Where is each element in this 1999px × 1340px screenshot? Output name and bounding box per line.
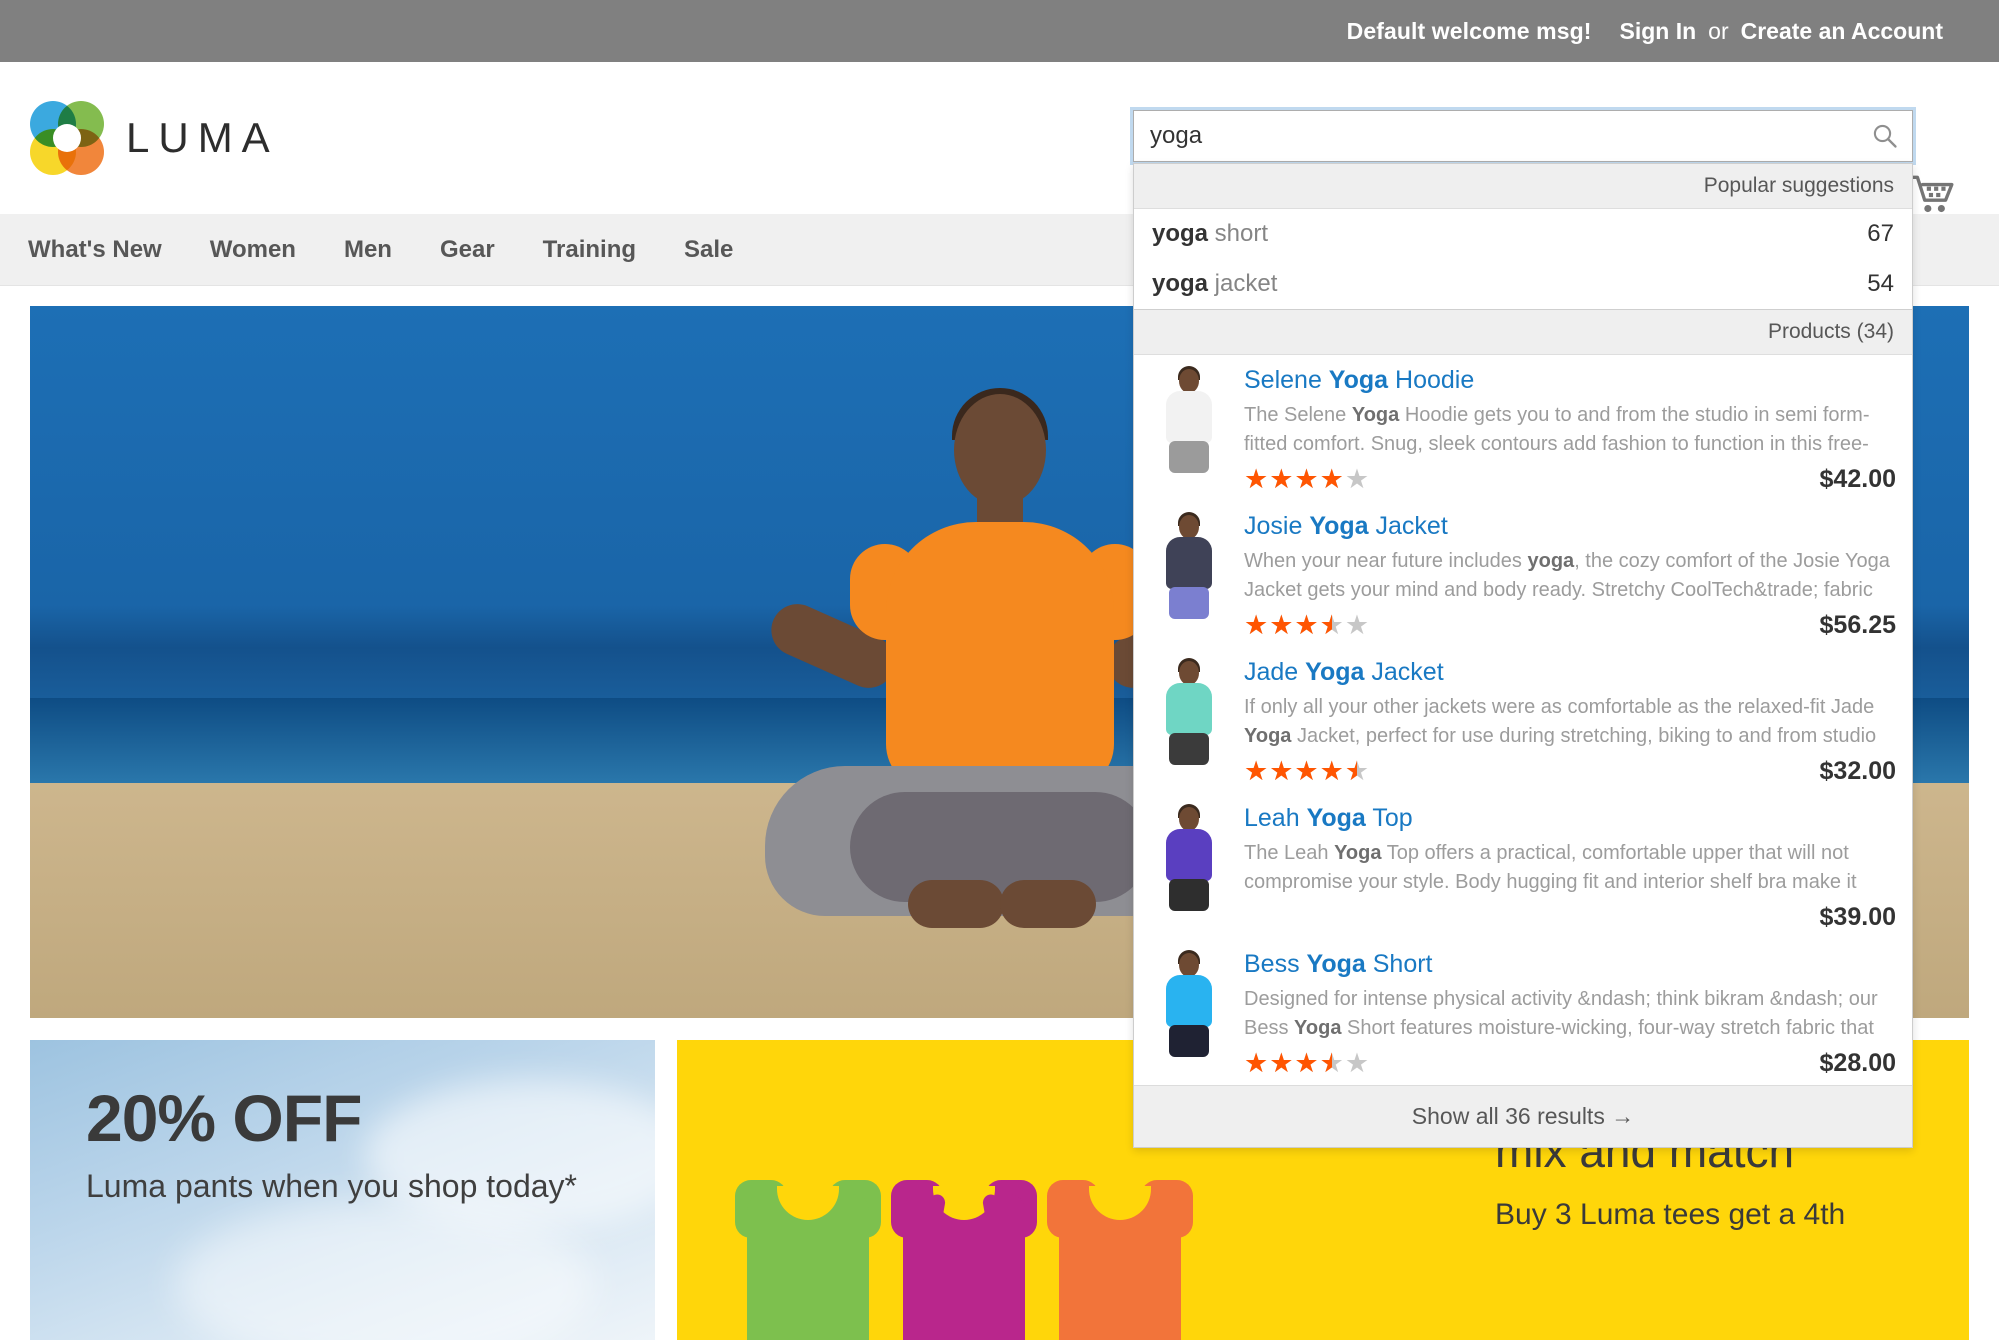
product-title[interactable]: Selene Yoga Hoodie [1244, 365, 1896, 396]
suggestion-term-rest: short [1208, 220, 1269, 247]
product-info: Selene Yoga Hoodie The Selene Yoga Hoodie… [1244, 365, 1896, 494]
product-description: The Selene Yoga Hoodie gets you to and f… [1244, 404, 1870, 455]
product-price: $39.00 [1819, 902, 1896, 931]
promo-discount[interactable]: 20% OFF Luma pants when you shop today* [30, 1040, 655, 1340]
product-title-match: Yoga [1306, 950, 1366, 979]
suggestion-item-yoga-short[interactable]: yoga short 67 [1134, 209, 1912, 259]
product-title[interactable]: Jade Yoga Jacket [1244, 657, 1896, 688]
product-meta: ★★★★★★★★★★ $32.00 [1244, 756, 1896, 786]
suggestion-term-bold: yoga [1152, 220, 1209, 247]
product-description-match: Yoga [1244, 724, 1292, 747]
product-meta: ★★★★★★★★★★ $28.00 [1244, 1048, 1896, 1078]
product-info: Jade Yoga Jacket If only all your other j… [1244, 657, 1896, 786]
product-suggestion-row[interactable]: Selene Yoga Hoodie The Selene Yoga Hoodie… [1134, 355, 1912, 501]
suggestion-term-bold: yoga [1152, 270, 1209, 297]
product-title[interactable]: Leah Yoga Top [1244, 803, 1896, 834]
promo-discount-headline: 20% OFF [86, 1081, 362, 1155]
product-price: $28.00 [1819, 1048, 1896, 1077]
model-head [953, 394, 1046, 506]
product-rating-stars: ★★★★★★★★★★ [1244, 609, 1371, 640]
top-panel: Default welcome msg! Sign In or Create a… [0, 0, 1999, 62]
product-meta: ★★★★★★★★★★ $42.00 [1244, 464, 1896, 494]
product-title-match: Yoga [1306, 804, 1366, 833]
search-field[interactable] [1133, 110, 1913, 162]
shopping-cart-icon[interactable] [1907, 170, 1957, 220]
logo-text: LUMA [126, 114, 279, 161]
suggestion-count: 54 [1867, 270, 1894, 297]
product-description-match: Yoga [1294, 1016, 1342, 1039]
autocomplete-product-list: Selene Yoga Hoodie The Selene Yoga Hoodie… [1134, 355, 1912, 1085]
product-thumbnail [1150, 365, 1228, 473]
product-suggestion-row[interactable]: Josie Yoga Jacket When your near future i… [1134, 501, 1912, 647]
product-description: The Leah Yoga Top offers a practical, co… [1244, 842, 1857, 893]
suggestion-term-rest: jacket [1208, 270, 1278, 297]
product-thumbnail [1150, 657, 1228, 766]
or-separator: or [1708, 17, 1729, 44]
product-price: $32.00 [1819, 756, 1896, 785]
promo-discount-sub: Luma pants when you shop today* [86, 1168, 577, 1205]
product-price: $56.25 [1819, 610, 1896, 639]
create-account-link[interactable]: Create an Account [1741, 18, 1943, 45]
product-rating-stars: ★★★★★★★★★★ [1244, 1047, 1371, 1078]
product-thumbnail [1150, 511, 1228, 620]
product-suggestion-row[interactable]: Bess Yoga Short Designed for intense phys… [1134, 939, 1912, 1085]
promo-mix-match-sub: Buy 3 Luma tees get a 4th [1495, 1198, 1846, 1232]
product-description: Designed for intense physical activity &… [1244, 988, 1878, 1039]
model-legs-shadow [849, 792, 1150, 902]
product-title-match: Yoga [1309, 512, 1369, 541]
model-torso [885, 522, 1114, 790]
nav-item-gear[interactable]: Gear [440, 236, 495, 264]
model-foot-left [907, 880, 1004, 928]
product-rating-stars: ★★★★★★★★★★ [1244, 463, 1371, 494]
nav-item-men[interactable]: Men [344, 236, 392, 264]
product-title[interactable]: Bess Yoga Short [1244, 949, 1896, 980]
nav-item-training[interactable]: Training [543, 236, 636, 264]
product-meta: ★★★★★★★★★★ $56.25 [1244, 610, 1896, 640]
product-description-match: yoga [1527, 550, 1575, 573]
search-icon[interactable] [1872, 123, 1898, 149]
tee-green [733, 1168, 883, 1340]
product-description-match: Yoga [1334, 842, 1382, 865]
products-header: Products (34) [1134, 309, 1912, 355]
suggestion-label: yoga short [1152, 220, 1268, 248]
product-meta: $39.00 [1244, 902, 1896, 932]
product-info: Bess Yoga Short Designed for intense phys… [1244, 949, 1896, 1078]
suggestion-item-yoga-jacket[interactable]: yoga jacket 54 [1134, 259, 1912, 309]
search-area [1133, 110, 1913, 162]
product-description-match: Yoga [1351, 404, 1400, 427]
product-thumbnail [1150, 949, 1228, 1058]
product-description: If only all your other jackets were as c… [1244, 696, 1877, 747]
search-autocomplete-dropdown: Popular suggestions yoga short 67 yoga j… [1133, 163, 1913, 1149]
product-description: When your near future includes yoga, the… [1244, 550, 1890, 601]
suggestion-label: yoga jacket [1152, 270, 1277, 298]
nav-item-women[interactable]: Women [210, 236, 296, 264]
popular-suggestions-header: Popular suggestions [1134, 163, 1912, 209]
luma-logo[interactable]: LUMA [30, 101, 279, 175]
sign-in-link[interactable]: Sign In [1620, 18, 1697, 45]
welcome-message: Default welcome msg! [1346, 17, 1592, 44]
nav-item-sale[interactable]: Sale [684, 236, 733, 264]
tee-orange [1045, 1168, 1195, 1340]
product-title[interactable]: Josie Yoga Jacket [1244, 511, 1896, 542]
product-title-match: Yoga [1328, 366, 1389, 394]
product-suggestion-row[interactable]: Jade Yoga Jacket If only all your other j… [1134, 647, 1912, 793]
suggestion-count: 67 [1867, 220, 1894, 247]
product-title-match: Yoga [1305, 658, 1365, 687]
nav-item-whats-new[interactable]: What's New [28, 236, 162, 264]
product-suggestion-row[interactable]: Leah Yoga Top The Leah Yoga Top offers a … [1134, 793, 1912, 939]
model-foot-right [999, 880, 1096, 928]
search-input[interactable] [1134, 111, 1912, 161]
product-price: $42.00 [1819, 464, 1896, 493]
tank-magenta [889, 1168, 1039, 1340]
product-rating-stars: ★★★★★★★★★★ [1244, 755, 1371, 786]
promo-tee-graphics [733, 1168, 1195, 1340]
product-info: Leah Yoga Top The Leah Yoga Top offers a … [1244, 803, 1896, 932]
logo-center-hole [53, 124, 81, 152]
show-all-results-link[interactable]: Show all 36 results → [1134, 1085, 1912, 1148]
luma-logo-mark [30, 101, 104, 175]
product-thumbnail [1150, 803, 1228, 912]
product-info: Josie Yoga Jacket When your near future i… [1244, 511, 1896, 640]
